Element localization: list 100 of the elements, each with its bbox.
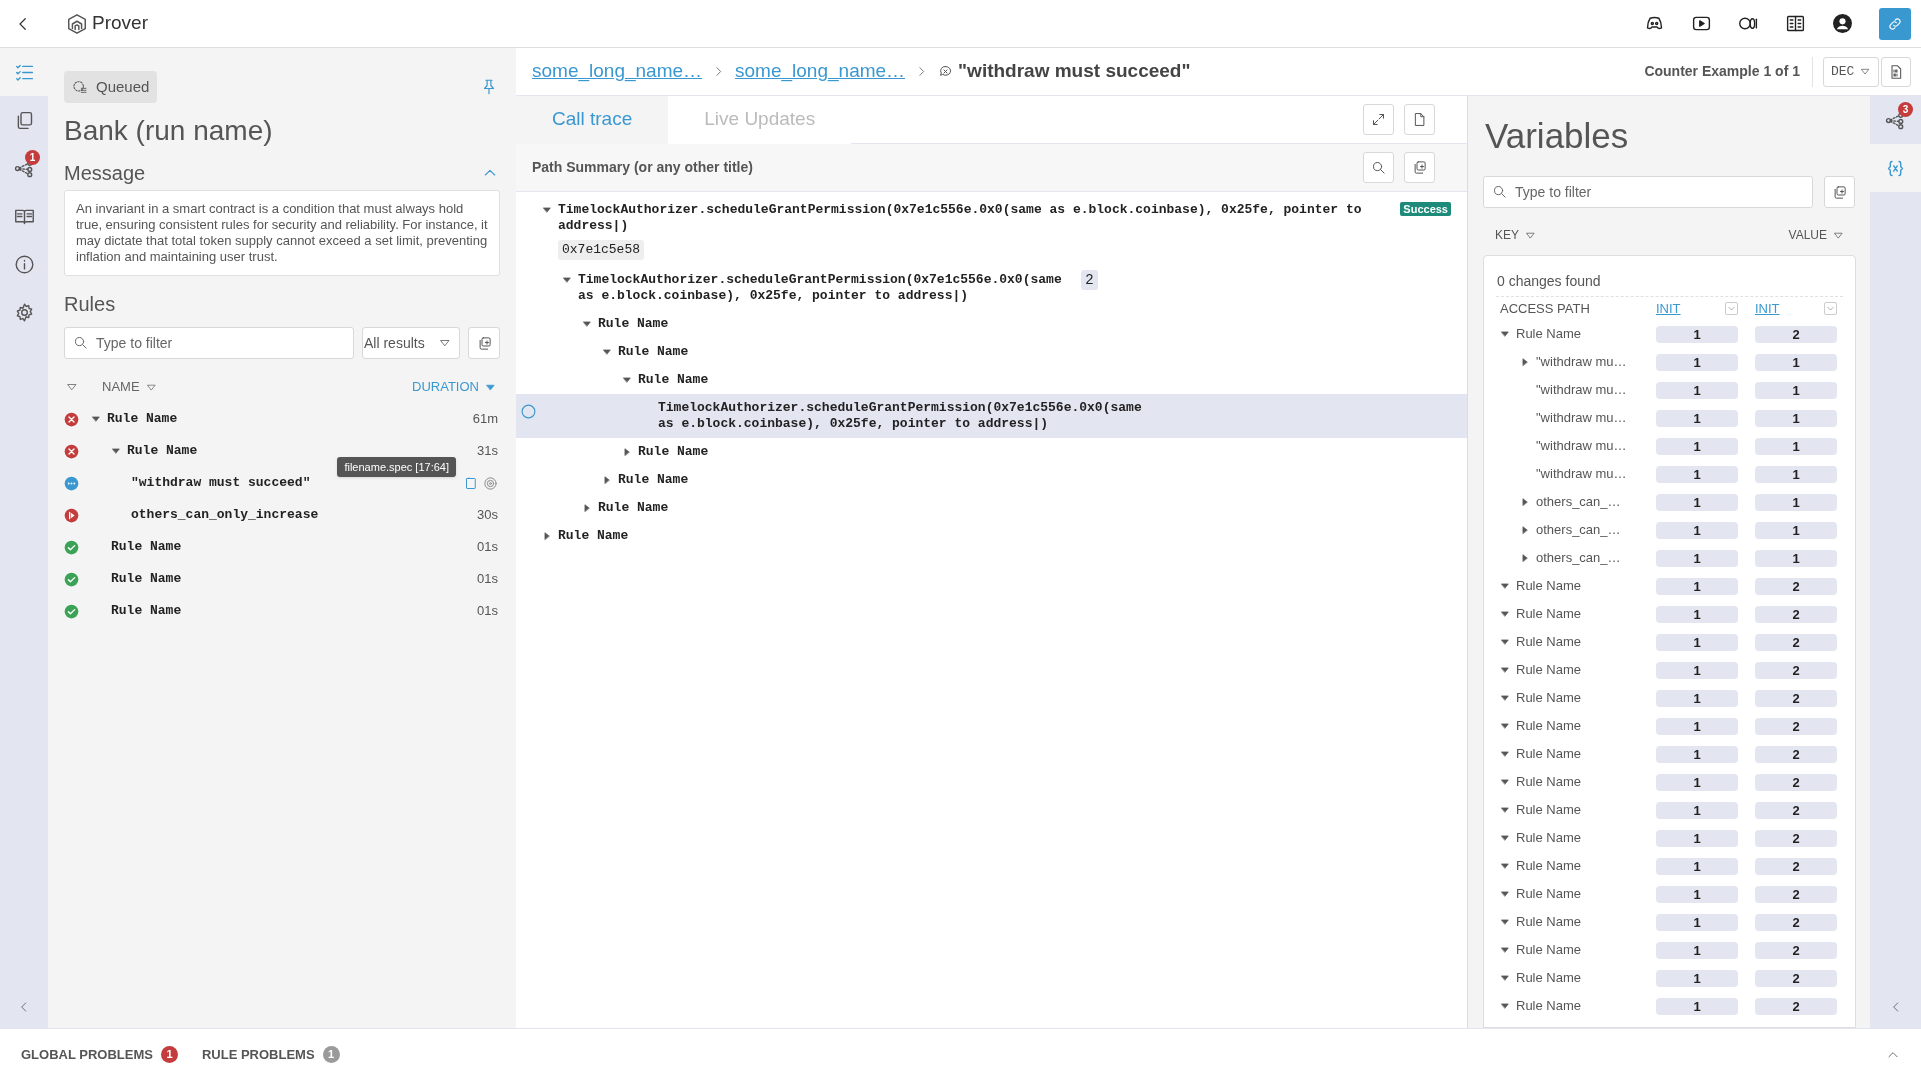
access-path[interactable]: "withdraw mu… <box>1536 436 1627 456</box>
access-path[interactable]: Rule Name <box>1516 940 1582 960</box>
caret-icon[interactable] <box>582 503 592 513</box>
summary-text: 0 changes found <box>1496 272 1602 291</box>
access-path[interactable]: Rule Name <box>1516 604 1582 624</box>
filter-field[interactable]: Type to filter <box>64 327 354 359</box>
caret-icon[interactable] <box>1500 1001 1510 1011</box>
caret-icon[interactable] <box>542 205 552 215</box>
caret-icon[interactable] <box>1500 329 1510 339</box>
access-path[interactable]: Rule Name <box>1516 800 1582 820</box>
access-path[interactable]: Rule Name <box>1516 324 1582 344</box>
caret-icon[interactable] <box>1500 581 1510 591</box>
access-path[interactable]: Rule Name <box>1516 744 1582 764</box>
caret-icon[interactable] <box>1500 973 1510 983</box>
caret-icon[interactable] <box>1520 497 1530 507</box>
caret-icon[interactable] <box>1500 833 1510 843</box>
problems-tab[interactable]: GLOBAL PROBLEMS 1 <box>21 1044 178 1065</box>
search-icon <box>1492 184 1507 199</box>
caret-icon[interactable] <box>1500 693 1510 703</box>
chevron-icon <box>1727 304 1736 313</box>
rule-name[interactable]: Rule Name <box>107 409 178 429</box>
column-header[interactable]: VALUE <box>1788 226 1844 244</box>
binary-file-icon <box>1888 63 1904 80</box>
access-path[interactable]: Rule Name <box>1516 884 1582 904</box>
rule-name[interactable]: Rule Name <box>111 537 182 557</box>
filter-field[interactable]: Type to filter <box>1483 176 1813 208</box>
results-dropdown[interactable]: All results <box>362 327 460 359</box>
caret-icon[interactable] <box>542 531 552 541</box>
caret-icon[interactable] <box>582 319 592 329</box>
access-path[interactable]: Rule Name <box>1516 912 1582 932</box>
access-path[interactable]: Rule Name <box>1516 772 1582 792</box>
access-path[interactable]: others_can_… <box>1536 520 1621 540</box>
caret-icon[interactable] <box>622 375 632 385</box>
caret-icon[interactable] <box>1500 749 1510 759</box>
caret-icon[interactable] <box>111 446 121 456</box>
access-path[interactable]: others_can_… <box>1536 492 1621 512</box>
caret-icon[interactable] <box>1520 525 1530 535</box>
caret-icon[interactable] <box>1520 357 1530 367</box>
format-dropdown[interactable]: DEC <box>1823 56 1879 87</box>
book-icon[interactable] <box>1785 13 1806 34</box>
value-cell: 1 <box>1656 605 1738 623</box>
copy-button[interactable] <box>1824 176 1855 208</box>
column-header[interactable]: KEY <box>1495 226 1536 244</box>
access-path[interactable]: Rule Name <box>1516 660 1582 680</box>
value-cell: 2 <box>1755 633 1837 651</box>
user-icon[interactable] <box>1832 13 1853 34</box>
caret-icon[interactable] <box>1500 665 1510 675</box>
caret-icon[interactable] <box>602 475 612 485</box>
access-path[interactable]: "withdraw mu… <box>1536 464 1627 484</box>
value-cell: 1 <box>1755 437 1837 455</box>
caret-icon[interactable] <box>1500 889 1510 899</box>
search-button[interactable] <box>1363 152 1394 183</box>
copy-button[interactable] <box>1404 152 1435 183</box>
circle-icon[interactable] <box>520 403 537 420</box>
status-badge: Success <box>1400 202 1451 216</box>
caret-icon[interactable] <box>1500 945 1510 955</box>
rule-name[interactable]: Rule Name <box>111 601 182 621</box>
caret-icon[interactable] <box>1500 917 1510 927</box>
expand-button[interactable] <box>1363 104 1394 135</box>
caret-icon[interactable] <box>602 347 612 357</box>
access-path[interactable]: Rule Name <box>1516 576 1582 596</box>
run-title: Bank (run name) <box>64 114 274 148</box>
access-path[interactable]: Rule Name <box>1516 828 1582 848</box>
column-header[interactable]: NAME <box>102 377 157 397</box>
access-path[interactable]: "withdraw mu… <box>1536 352 1627 372</box>
caret-icon[interactable] <box>91 414 101 424</box>
duration-text: 01s <box>477 538 498 557</box>
access-path[interactable]: "withdraw mu… <box>1536 380 1627 400</box>
file-button[interactable] <box>1404 104 1435 135</box>
trace-row[interactable]: TimelockAuthorizer.scheduleGrantPermission(0x7e1c556e.0x0(same as e.block.coinbase), 0x25fe, pointer to address|) <box>516 394 1467 438</box>
caret-icon[interactable] <box>1500 637 1510 647</box>
link-button[interactable] <box>1879 7 1911 40</box>
access-path[interactable]: Rule Name <box>1516 688 1582 708</box>
value-cell: 2 <box>1755 773 1837 791</box>
access-path[interactable]: Rule Name <box>1516 856 1582 876</box>
caret-icon[interactable] <box>1500 777 1510 787</box>
rule-name[interactable]: Rule Name <box>111 569 182 589</box>
caret-icon[interactable] <box>1500 805 1510 815</box>
caret-icon[interactable] <box>1520 553 1530 563</box>
access-path[interactable]: "withdraw mu… <box>1536 408 1627 428</box>
rule-name[interactable]: Rule Name <box>127 441 198 461</box>
filter-icon[interactable] <box>66 381 78 393</box>
access-path[interactable]: Rule Name <box>1516 716 1582 736</box>
access-path[interactable]: others_can_… <box>1536 548 1621 568</box>
section-heading: Message <box>64 161 146 186</box>
caret-icon[interactable] <box>622 447 632 457</box>
problems-tab[interactable]: RULE PROBLEMS 1 <box>201 1044 340 1065</box>
binary-button[interactable] <box>1881 56 1911 87</box>
access-path[interactable]: Rule Name <box>1516 996 1582 1016</box>
rule-name[interactable]: others_can_only_increase <box>131 505 319 525</box>
caret-icon[interactable] <box>562 275 572 285</box>
call-text: Rule Name <box>618 344 689 360</box>
rule-name[interactable]: "withdraw must succeed" <box>131 473 311 493</box>
tooltip: filename.spec [17:64] <box>337 457 456 477</box>
caret-icon[interactable] <box>1500 861 1510 871</box>
access-path[interactable]: Rule Name <box>1516 968 1582 988</box>
caret-icon[interactable] <box>1500 721 1510 731</box>
access-path[interactable]: Rule Name <box>1516 632 1582 652</box>
caret-icon[interactable] <box>1500 609 1510 619</box>
copy-button[interactable] <box>468 327 500 359</box>
